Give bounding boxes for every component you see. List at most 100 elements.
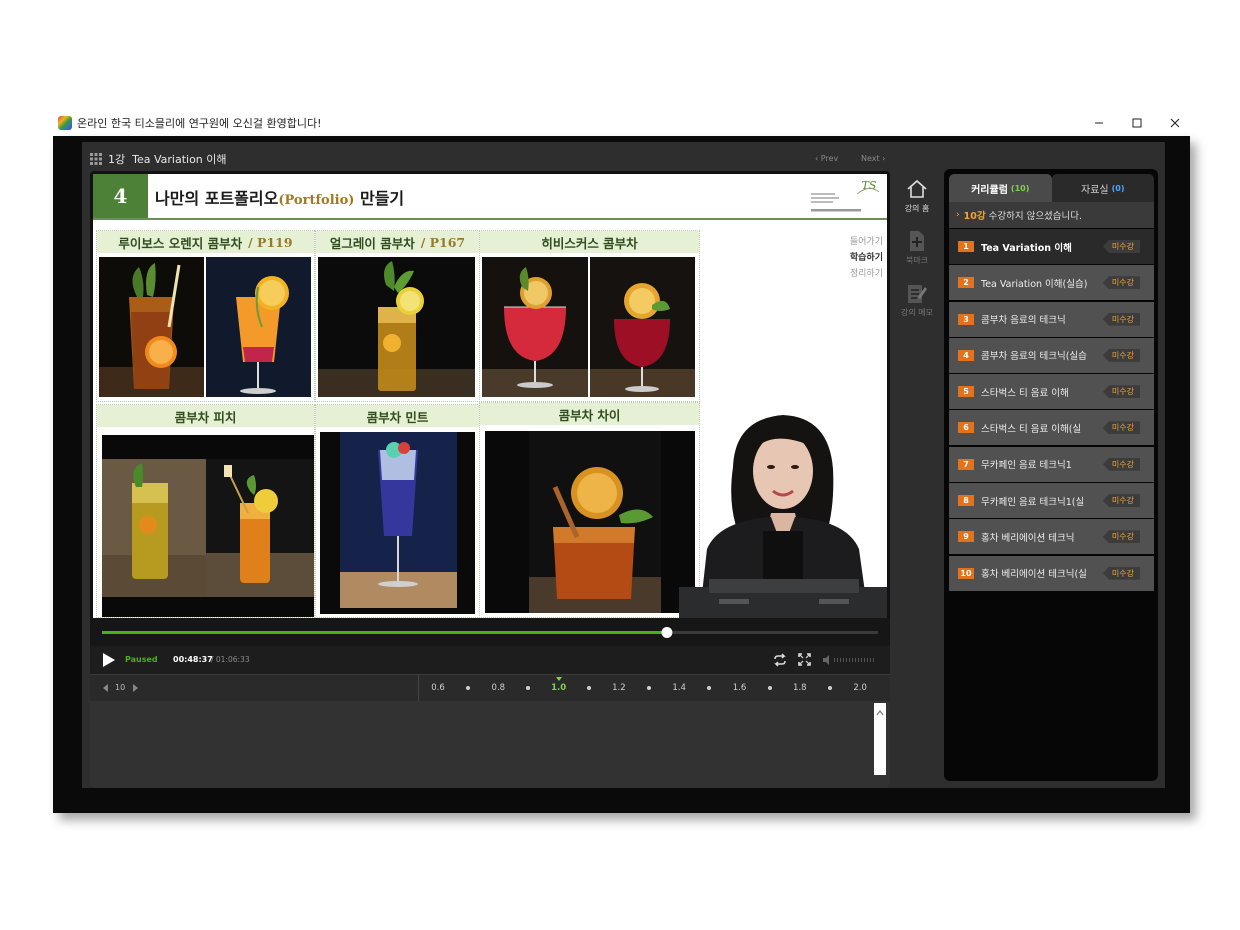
curriculum-tabs: 커리큘럼 (10) 자료실 (0) bbox=[949, 174, 1154, 202]
speed-option[interactable]: 1.0 bbox=[551, 683, 566, 693]
next-button[interactable]: Next › bbox=[861, 154, 885, 163]
close-icon bbox=[1170, 118, 1180, 127]
rewind-icon[interactable] bbox=[103, 684, 109, 692]
panel-name: 루이보스 오렌지 콤부차 bbox=[118, 235, 243, 251]
seek-handle[interactable] bbox=[661, 627, 673, 638]
speed-option[interactable]: 1.6 bbox=[733, 683, 747, 693]
speed-dot[interactable] bbox=[827, 686, 832, 690]
lesson-item[interactable]: 3 콤부차 음료의 테크닉 미수강 bbox=[949, 301, 1154, 337]
total-time: / 01:06:33 bbox=[211, 655, 250, 664]
tab-materials[interactable]: 자료실 (0) bbox=[1051, 174, 1154, 202]
step-summary: 정리하기 bbox=[849, 269, 883, 279]
lesson-item[interactable]: 9 홍차 베리에이션 테크닉 미수강 bbox=[949, 519, 1154, 555]
slide-title-end: 만들기 bbox=[354, 189, 405, 208]
drink-photo bbox=[318, 257, 475, 397]
speed-option[interactable]: 0.8 bbox=[492, 683, 506, 693]
lesson-item[interactable]: 5 스타벅스 티 음료 이해 미수강 bbox=[949, 374, 1154, 410]
lesson-item[interactable]: 1 Tea Variation 이해 미수강 bbox=[949, 229, 1154, 264]
speed-dot[interactable] bbox=[526, 686, 531, 690]
lesson-header: 1강 Tea Variation 이해 bbox=[90, 148, 227, 170]
fullscreen-icon[interactable] bbox=[798, 653, 811, 666]
drink-panel-mint: 콤부차 민트 bbox=[315, 404, 480, 618]
seek-bar[interactable] bbox=[90, 618, 890, 646]
tab-materials-label: 자료실 bbox=[1081, 184, 1109, 196]
speed-option[interactable]: 0.6 bbox=[431, 683, 445, 693]
panel-title: 히비스커스 콤부차 bbox=[480, 231, 699, 253]
menu-grid-icon[interactable] bbox=[90, 153, 102, 165]
speed-indicator-icon bbox=[555, 677, 562, 681]
lesson-status-badge: 미수강 bbox=[1102, 494, 1140, 508]
volume-icon bbox=[823, 655, 829, 665]
speed-dot[interactable] bbox=[586, 686, 591, 690]
speed-dot[interactable] bbox=[647, 686, 652, 690]
window-titlebar: 온라인 한국 티소믈리에 연구원에 오신걸 환영합니다! bbox=[52, 110, 1190, 135]
speed-option[interactable]: 1.8 bbox=[793, 683, 807, 693]
tab-curriculum[interactable]: 커리큘럼 (10) bbox=[949, 174, 1052, 202]
lesson-number-badge: 10 bbox=[958, 567, 974, 579]
speed-dot[interactable] bbox=[707, 686, 712, 690]
skip-seconds: 10 bbox=[115, 683, 126, 692]
home-icon bbox=[907, 179, 927, 198]
lecture-home-button[interactable]: 강의 홈 bbox=[894, 177, 940, 229]
lesson-title: 홍차 베리에이션 테크닉 bbox=[981, 532, 1075, 544]
lesson-number-badge: 8 bbox=[958, 495, 974, 507]
tool-label: 강의 메모 bbox=[901, 308, 933, 317]
control-bar: Paused 00:48:37 / 01:06:33 bbox=[90, 646, 890, 674]
lesson-status-badge: 미수강 bbox=[1102, 421, 1140, 435]
lesson-title: 1강 Tea Variation 이해 bbox=[108, 153, 227, 166]
repeat-icon[interactable] bbox=[772, 653, 788, 667]
lesson-title: Tea Variation 이해(실습) bbox=[981, 278, 1088, 290]
lesson-status-badge: 미수강 bbox=[1102, 385, 1140, 399]
lesson-item[interactable]: 8 무카페인 음료 테크닉1(실 미수강 bbox=[949, 483, 1154, 519]
speed-option[interactable]: 1.4 bbox=[672, 683, 686, 693]
lesson-item[interactable]: 10 홍차 베리에이션 테크닉(실 미수강 bbox=[949, 555, 1154, 591]
lecture-slide: 4 나만의 포트폴리오(Portfolio) 만들기 TS 루이보스 오렌지 콤… bbox=[93, 174, 887, 618]
speed-option[interactable]: 2.0 bbox=[853, 683, 867, 693]
lesson-status-badge: 미수강 bbox=[1102, 457, 1140, 471]
lesson-title: 무카페인 음료 테크닉1 bbox=[981, 460, 1072, 472]
scroll-up-icon[interactable] bbox=[874, 708, 886, 718]
slide-header: 4 나만의 포트폴리오(Portfolio) 만들기 TS bbox=[93, 174, 887, 220]
drink-photo bbox=[485, 431, 695, 613]
maximize-button[interactable] bbox=[1118, 110, 1156, 135]
slide-number: 4 bbox=[93, 174, 148, 218]
panel-name: 콤부차 민트 bbox=[366, 409, 429, 425]
memo-icon bbox=[908, 285, 927, 303]
tool-column: 강의 홈 북마크 강의 메모 bbox=[894, 177, 940, 333]
bookmark-add-icon bbox=[910, 231, 924, 251]
close-button[interactable] bbox=[1156, 110, 1194, 135]
tab-curriculum-label: 커리큘럼 bbox=[971, 184, 1008, 196]
app-logo-icon bbox=[58, 115, 72, 130]
speed-divider bbox=[418, 675, 419, 701]
chevron-right-icon: › bbox=[956, 210, 960, 220]
speed-dot[interactable] bbox=[466, 686, 471, 690]
play-icon[interactable] bbox=[102, 653, 116, 667]
app-window: 1강 Tea Variation 이해 ‹ Prev Next › 4 나만의 … bbox=[53, 136, 1190, 813]
lesson-item[interactable]: 4 콤부차 음료의 테크닉(실습 미수강 bbox=[949, 337, 1154, 373]
lesson-number-badge: 9 bbox=[958, 531, 974, 543]
lesson-title: 홍차 베리에이션 테크닉(실 bbox=[981, 569, 1087, 581]
lesson-item[interactable]: 6 스타벅스 티 음료 이해(실 미수강 bbox=[949, 410, 1154, 446]
forward-icon[interactable] bbox=[132, 684, 138, 692]
video-area[interactable]: 4 나만의 포트폴리오(Portfolio) 만들기 TS 루이보스 오렌지 콤… bbox=[90, 171, 890, 788]
lesson-title: 콤부차 음료의 테크닉 bbox=[981, 315, 1066, 327]
notes-area[interactable] bbox=[90, 701, 890, 788]
drink-panel-peach: 콤부차 피치 bbox=[96, 404, 315, 618]
panel-title: 콤부차 피치 bbox=[97, 405, 314, 427]
presenter-video bbox=[679, 409, 887, 618]
progress-area bbox=[90, 618, 890, 646]
bookmark-button[interactable]: 북마크 bbox=[894, 229, 940, 281]
slide-title: 나만의 포트폴리오(Portfolio) 만들기 bbox=[155, 185, 404, 209]
window-title: 온라인 한국 티소믈리에 연구원에 오신걸 환영합니다! bbox=[77, 116, 322, 130]
lecture-memo-button[interactable]: 강의 메모 bbox=[894, 281, 940, 333]
slide-step-menu: 들어가기 학습하기 정리하기 bbox=[805, 234, 883, 282]
speed-option[interactable]: 1.2 bbox=[612, 683, 626, 693]
speed-dot[interactable] bbox=[767, 686, 772, 690]
lesson-item[interactable]: 7 무카페인 음료 테크닉1 미수강 bbox=[949, 446, 1154, 482]
drink-photo bbox=[590, 257, 695, 397]
lesson-item[interactable]: 2 Tea Variation 이해(실습) 미수강 bbox=[949, 265, 1154, 301]
volume-control[interactable] bbox=[822, 654, 878, 666]
prev-button[interactable]: ‹ Prev bbox=[815, 154, 838, 163]
minimize-button[interactable] bbox=[1080, 110, 1118, 135]
notes-scrollbar[interactable] bbox=[874, 703, 886, 775]
